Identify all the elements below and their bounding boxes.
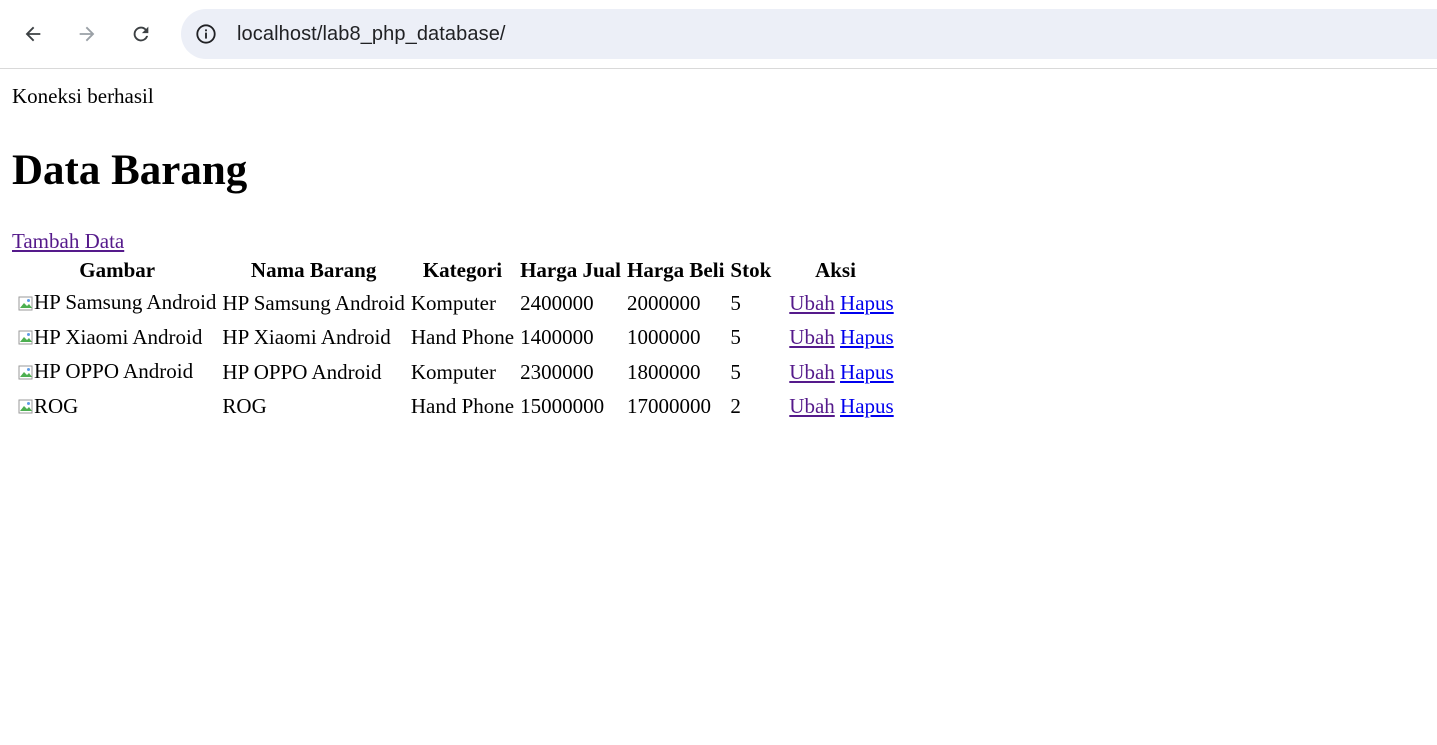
cell-nama: HP Xiaomi Android [222, 325, 391, 350]
page-content: Koneksi berhasil Data Barang Tambah Data… [0, 83, 1437, 425]
cell-harga-jual: 1400000 [520, 325, 594, 350]
cell-harga-jual: 2300000 [520, 359, 594, 384]
data-table: Gambar Nama Barang Kategori Harga Jual H… [14, 254, 898, 425]
cell-gambar: HP Xiaomi Android [16, 322, 218, 355]
url-text[interactable]: localhost/lab8_php_database/ [237, 23, 506, 46]
header-harga-jual: Harga Jual [520, 258, 622, 282]
delete-link[interactable]: Hapus [840, 394, 894, 418]
cell-stok: 5 [730, 359, 741, 384]
cell-aksi: Ubah Hapus [775, 322, 895, 355]
delete-link[interactable]: Hapus [840, 325, 894, 349]
cell-gambar: ROG [16, 391, 218, 424]
product-image: ROG [18, 392, 78, 421]
back-button[interactable] [15, 16, 51, 52]
cell-kategori: Komputer [410, 290, 496, 315]
site-info-icon[interactable] [193, 21, 219, 47]
cell-aksi: Ubah Hapus [775, 356, 895, 389]
table-row: ROG ROG Hand Phone 15000000 17000000 2 U… [16, 391, 896, 424]
cell-aksi: Ubah Hapus [775, 391, 895, 424]
cell-gambar: HP OPPO Android [16, 356, 218, 389]
edit-link[interactable]: Ubah [789, 291, 835, 315]
address-bar[interactable]: localhost/lab8_php_database/ [181, 9, 1437, 59]
cell-stok: 5 [730, 325, 741, 350]
table-row: HP Xiaomi Android HP Xiaomi Android Hand… [16, 322, 896, 355]
reload-icon [133, 26, 149, 42]
cell-gambar: HP Samsung Android [16, 287, 218, 320]
header-nama-barang: Nama Barang [250, 258, 377, 282]
reload-button[interactable] [123, 16, 159, 52]
edit-link[interactable]: Ubah [789, 360, 835, 384]
cell-nama: ROG [222, 394, 267, 419]
cell-nama: HP Samsung Android [222, 290, 405, 315]
cell-kategori: Hand Phone [410, 394, 515, 419]
product-image: HP OPPO Android [18, 357, 193, 386]
broken-image-icon [18, 296, 33, 310]
edit-link[interactable]: Ubah [789, 325, 835, 349]
product-image: HP Samsung Android [18, 288, 216, 317]
forward-button[interactable] [69, 16, 105, 52]
delete-link[interactable]: Hapus [840, 360, 894, 384]
header-harga-beli: Harga Beli [627, 258, 725, 282]
cell-stok: 5 [730, 290, 741, 315]
arrow-left-icon [25, 26, 41, 42]
image-alt-text: HP Xiaomi Android [34, 324, 203, 349]
header-aksi: Aksi [815, 258, 856, 282]
cell-kategori: Komputer [410, 359, 496, 384]
image-alt-text: HP Samsung Android [34, 290, 217, 314]
cell-harga-beli: 1000000 [627, 325, 701, 350]
page-title: Data Barang [12, 147, 248, 194]
cell-harga-jual: 15000000 [520, 394, 605, 419]
cell-harga-jual: 2400000 [520, 290, 594, 315]
image-alt-text: HP OPPO Android [34, 359, 194, 383]
header-gambar: Gambar [79, 258, 156, 282]
connection-status: Koneksi berhasil [12, 84, 154, 108]
cell-harga-beli: 1800000 [627, 359, 701, 384]
broken-image-icon [18, 399, 33, 414]
broken-image-icon [18, 330, 33, 345]
product-image: HP Xiaomi Android [18, 323, 202, 352]
cell-harga-beli: 17000000 [627, 394, 712, 419]
cell-stok: 2 [730, 394, 741, 419]
table-row: HP Samsung Android HP Samsung Android Ko… [16, 287, 896, 320]
broken-image-icon [18, 365, 33, 379]
image-alt-text: ROG [34, 393, 79, 418]
table-header-row: Gambar Nama Barang Kategori Harga Jual H… [16, 256, 896, 285]
cell-harga-beli: 2000000 [627, 290, 701, 315]
cell-kategori: Hand Phone [410, 325, 515, 350]
edit-link[interactable]: Ubah [789, 394, 835, 418]
delete-link[interactable]: Hapus [840, 291, 894, 315]
browser-toolbar: localhost/lab8_php_database/ [0, 0, 1437, 69]
table-row: HP OPPO Android HP OPPO Android Komputer… [16, 356, 896, 389]
arrow-right-icon [79, 26, 95, 42]
cell-aksi: Ubah Hapus [775, 287, 895, 320]
add-data-link[interactable]: Tambah Data [12, 228, 124, 254]
header-kategori: Kategori [422, 258, 503, 282]
cell-nama: HP OPPO Android [222, 359, 382, 384]
header-stok: Stok [730, 258, 772, 282]
